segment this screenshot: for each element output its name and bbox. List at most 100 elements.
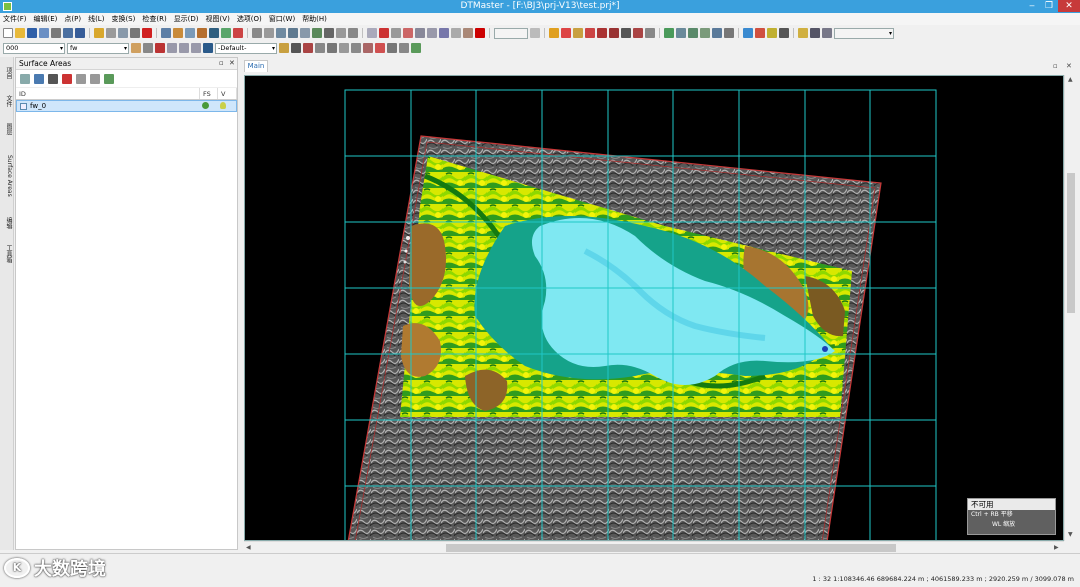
map-viewport[interactable] (244, 75, 1064, 541)
layers-icon[interactable] (75, 28, 85, 38)
close-x-icon[interactable] (233, 28, 243, 38)
menu-line[interactable]: 线(L) (88, 14, 104, 24)
car-icon[interactable] (34, 73, 44, 84)
scroll-right-icon[interactable]: ▶ (1054, 544, 1059, 551)
snap-icon[interactable] (303, 43, 313, 53)
menu-window[interactable]: 窗口(W) (269, 14, 295, 24)
tab-main[interactable]: Main (244, 60, 268, 72)
rotate-icon[interactable] (185, 28, 195, 38)
points-select-icon[interactable] (276, 28, 286, 38)
visible-bulb-icon[interactable] (220, 102, 227, 109)
style-icon[interactable] (798, 28, 808, 38)
import-icon[interactable] (39, 28, 49, 38)
elevation-icon[interactable] (767, 28, 777, 38)
tab-project[interactable]: 项目 (1, 67, 13, 79)
check-icon[interactable] (573, 28, 583, 38)
tool-k-icon[interactable] (530, 28, 540, 38)
frame-icon[interactable] (411, 43, 421, 53)
class-combo[interactable]: 000 ▾ (3, 42, 65, 54)
column-fs[interactable]: FS (200, 88, 218, 99)
tool-c-icon[interactable] (391, 28, 401, 38)
save-icon[interactable] (27, 28, 37, 38)
display-combo[interactable]: ▾ (834, 27, 894, 39)
delete-area-icon[interactable] (62, 73, 72, 84)
view-shade-icon[interactable] (712, 28, 722, 38)
menu-view[interactable]: 视图(V) (206, 14, 230, 24)
view-split-icon[interactable] (688, 28, 698, 38)
pin-icon[interactable] (399, 43, 409, 53)
horizontal-scroll-thumb[interactable] (446, 544, 896, 552)
maximize-button[interactable]: ❐ (1041, 0, 1057, 12)
tab-layers[interactable]: 图层 (1, 123, 13, 135)
tool-a-icon[interactable] (367, 28, 377, 38)
shape-icon[interactable] (645, 28, 655, 38)
fill-icon[interactable] (291, 43, 301, 53)
menu-display[interactable]: 显示(D) (174, 14, 199, 24)
tab-surface-areas[interactable]: Surface Areas (1, 155, 13, 197)
points-filter-icon[interactable] (288, 28, 298, 38)
hand-pan-icon[interactable] (131, 43, 141, 53)
tab-files[interactable]: 文件 (1, 95, 13, 107)
angle-icon[interactable] (348, 28, 358, 38)
value-field[interactable] (494, 27, 528, 39)
display-opts-icon[interactable] (822, 28, 832, 38)
link-icon[interactable] (597, 28, 607, 38)
hand-tool-icon[interactable] (173, 28, 183, 38)
tool-f-icon[interactable] (427, 28, 437, 38)
view-close-icon[interactable]: ✕ (1066, 62, 1072, 70)
open-folder-icon[interactable] (15, 28, 25, 38)
cross-tool-icon[interactable] (155, 43, 165, 53)
tool-h-icon[interactable] (451, 28, 461, 38)
scroll-down-icon[interactable]: ▼ (1068, 531, 1073, 538)
vertical-scroll-thumb[interactable] (1067, 173, 1075, 313)
display-mode-icon[interactable] (810, 28, 820, 38)
area-style-icon[interactable] (339, 43, 349, 53)
tool-g-icon[interactable] (439, 28, 449, 38)
menu-transform[interactable]: 变换(S) (111, 14, 135, 24)
texture-icon[interactable] (779, 28, 789, 38)
menu-check[interactable]: 检查(R) (142, 14, 166, 24)
cross-icon[interactable] (130, 28, 140, 38)
bug-icon[interactable] (621, 28, 631, 38)
menu-edit[interactable]: 编辑(E) (34, 14, 58, 24)
menu-options[interactable]: 选项(O) (237, 14, 262, 24)
layer-color-icon[interactable] (375, 43, 385, 53)
alert-icon[interactable] (561, 28, 571, 38)
paint-icon[interactable] (279, 43, 289, 53)
zoom-61-icon[interactable] (167, 43, 177, 53)
surface-icon[interactable] (221, 28, 231, 38)
view-2d-icon[interactable] (664, 28, 674, 38)
panel-close-icon[interactable]: ✕ (229, 59, 235, 67)
transform-icon[interactable] (197, 28, 207, 38)
hillshade-icon[interactable] (755, 28, 765, 38)
column-id[interactable]: ID (16, 88, 200, 99)
add-area-icon[interactable] (20, 73, 30, 84)
export-area-icon[interactable] (90, 73, 100, 84)
menu-file[interactable]: 文件(F) (3, 14, 27, 24)
scroll-up-icon[interactable]: ▲ (1068, 76, 1073, 83)
table-icon[interactable] (48, 73, 58, 84)
point-style-icon[interactable] (315, 43, 325, 53)
edit-line-icon[interactable] (118, 28, 128, 38)
delete-icon[interactable] (142, 28, 152, 38)
table-row[interactable]: fw_0 (16, 100, 237, 112)
vertical-scrollbar[interactable]: ▲ ▼ (1064, 75, 1076, 541)
points-icon[interactable] (252, 28, 262, 38)
contour-icon[interactable] (312, 28, 322, 38)
zoom-33-icon[interactable] (191, 43, 201, 53)
print-icon[interactable] (63, 28, 73, 38)
label-icon[interactable] (351, 43, 361, 53)
pin-icon[interactable]: ▫ (219, 59, 224, 67)
tab-toolbox[interactable]: 工具箱 (1, 245, 13, 263)
fs-status-icon[interactable] (202, 102, 210, 109)
line-style-icon[interactable] (327, 43, 337, 53)
tool-d-icon[interactable] (403, 28, 413, 38)
tool-b-icon[interactable] (379, 28, 389, 38)
zoom-11-icon[interactable] (179, 43, 189, 53)
surface-settings-icon[interactable] (104, 73, 114, 84)
view-list-icon[interactable] (724, 28, 734, 38)
display-icon[interactable] (203, 43, 213, 53)
view-ortho-icon[interactable] (700, 28, 710, 38)
horizontal-scrollbar[interactable]: ◀ ▶ (244, 541, 1064, 553)
new-file-icon[interactable] (3, 28, 13, 38)
